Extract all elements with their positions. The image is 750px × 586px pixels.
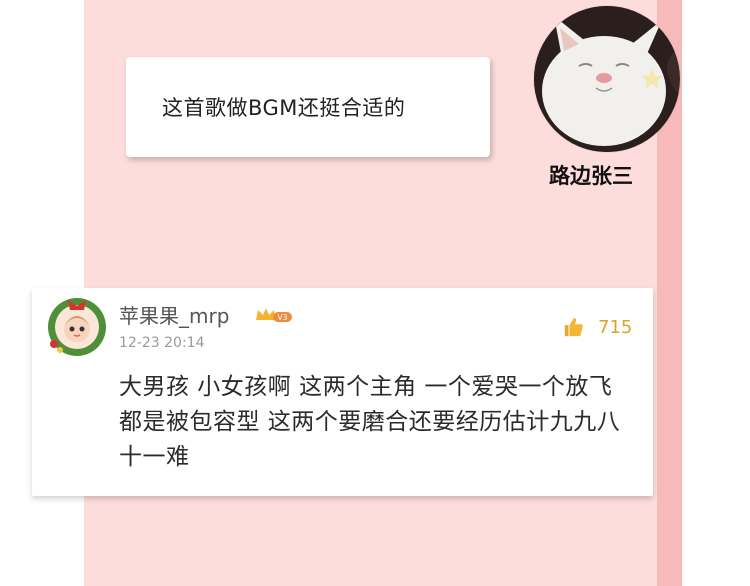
comment-text: 大男孩 小女孩啊 这两个主角 一个爱哭一个放飞 都是被包容型 这两个要磨合还要经…	[119, 374, 621, 470]
like-count: 715	[598, 316, 633, 338]
vip-badge-text: V3	[278, 313, 288, 322]
speech-bubble: 这首歌做BGM还挺合适的	[126, 57, 490, 157]
wreath-avatar-icon[interactable]	[46, 296, 108, 358]
bubble-text: 这首歌做BGM还挺合适的	[162, 96, 406, 120]
post-username[interactable]: 路边张三	[549, 160, 633, 190]
cat-avatar-icon[interactable]	[534, 6, 680, 152]
comment-username[interactable]: 苹果果_mrp	[119, 300, 229, 329]
thumbs-up-icon	[564, 317, 583, 337]
comment-card: 苹果果_mrp V3 12-23 20:14 715 大男孩 小女孩啊 这两个主…	[32, 288, 653, 496]
like-button[interactable]: 715	[563, 316, 632, 338]
vip-crown-icon: V3	[254, 306, 294, 324]
comment-time: 12-23 20:14	[119, 335, 205, 351]
